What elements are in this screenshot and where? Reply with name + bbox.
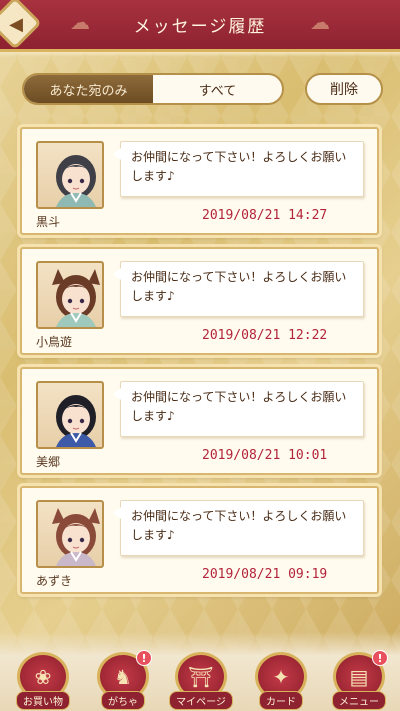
sender-name: 小鳥遊 [36,335,73,349]
nav-item-cards[interactable]: ✦ カード [246,652,316,710]
message-timestamp: 2019/08/21 09:19 [202,567,328,582]
nav-item-gacha-fox[interactable]: ♞ がちゃ ! [88,650,158,710]
avatar[interactable] [36,381,104,449]
avatar[interactable] [36,500,104,568]
avatar[interactable] [36,141,104,209]
cloud-decoration-icon: ☁ [70,10,90,34]
back-arrow-icon: ◀ [9,13,24,35]
nav-item-home-gate[interactable]: ⛩ マイページ [166,652,236,710]
page-title: メッセージ履歴 [133,17,267,37]
nav-item-menu-book[interactable]: ▤ メニュー ! [324,650,394,710]
message-card[interactable]: 黒斗 お仲間になって下さい！よろしくお願いします♪ 2019/08/21 14:… [20,127,379,235]
bottom-nav: ❀ お買い物 ♞ がちゃ ! ⛩ マイページ ✦ カード ▤ メニュー ! [0,632,400,711]
sender-name: あずき [36,574,73,588]
message-timestamp: 2019/08/21 12:22 [202,328,328,343]
cloud-decoration-icon: ☁ [310,10,330,34]
nav-item-shopping-bag[interactable]: ❀ お買い物 [8,652,78,710]
message-card[interactable]: 美郷 お仲間になって下さい！よろしくお願いします♪ 2019/08/21 10:… [20,367,379,475]
sender-name: 黒斗 [36,215,61,229]
sender-name: 美郷 [36,455,61,469]
tab-to-you-only[interactable]: あなた宛のみ [24,75,153,103]
nav-label: メニュー [332,691,386,710]
message-timestamp: 2019/08/21 10:01 [202,448,328,463]
background-pattern [0,0,400,711]
message-bubble: お仲間になって下さい！よろしくお願いします♪ [113,141,364,197]
notification-badge: ! [372,650,388,666]
header-bar: ☁ ☁ ◀ メッセージ履歴 [0,0,400,57]
message-bubble: お仲間になって下さい！よろしくお願いします♪ [113,261,364,317]
filter-tabs: あなた宛のみ すべて [22,73,284,105]
nav-label: お買い物 [16,691,70,710]
delete-button[interactable]: 削除 [305,73,383,105]
tab-all[interactable]: すべて [153,75,282,103]
nav-label: マイページ [169,691,233,710]
avatar[interactable] [36,261,104,329]
message-bubble: お仲間になって下さい！よろしくお願いします♪ [113,500,364,556]
message-card[interactable]: 小鳥遊 お仲間になって下さい！よろしくお願いします♪ 2019/08/21 12… [20,247,379,355]
notification-badge: ! [136,650,152,666]
message-bubble: お仲間になって下さい！よろしくお願いします♪ [113,381,364,437]
nav-label: がちゃ [101,691,145,710]
message-timestamp: 2019/08/21 14:27 [202,208,328,223]
nav-label: カード [259,691,303,710]
back-button[interactable]: ◀ [0,0,42,50]
message-card[interactable]: あずき お仲間になって下さい！よろしくお願いします♪ 2019/08/21 09… [20,486,379,594]
